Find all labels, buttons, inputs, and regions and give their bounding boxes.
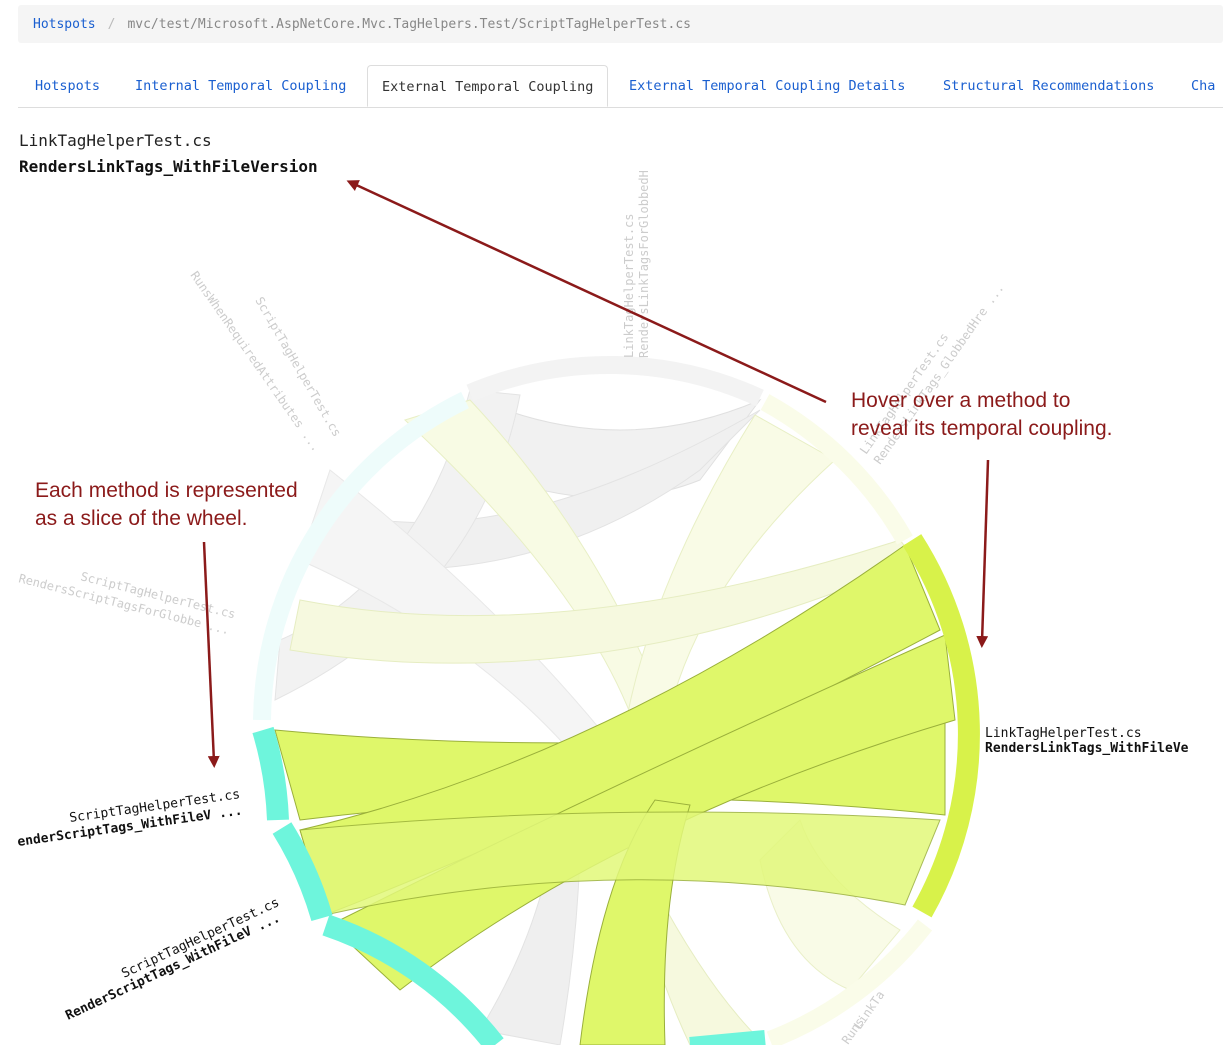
arrow-to-left-slice: [202, 541, 220, 768]
arrow-to-slice: [976, 459, 990, 648]
label-top-method: RendersLinkTagsForGlobbedH: [637, 170, 651, 358]
arc-script-1[interactable]: [252, 726, 289, 821]
label-top-file: LinkTagHelperTest.cs: [622, 214, 636, 359]
annotation-hover: Hover over a method to reveal its tempor…: [851, 387, 1112, 443]
annotation-slice: Each method is represented as a slice of…: [35, 477, 298, 533]
annotation-hover-line2: reveal its temporal coupling.: [851, 417, 1113, 440]
label-right-method: RendersLinkTags_WithFileVe: [985, 741, 1189, 756]
annotation-slice-line1: Each method is represented: [35, 479, 298, 502]
annotation-slice-line2: as a slice of the wheel.: [35, 507, 248, 530]
annotation-hover-line1: Hover over a method to: [851, 389, 1071, 412]
arc-link-faded-top: [466, 355, 764, 407]
label-right-file: LinkTagHelperTest.cs: [985, 726, 1142, 741]
arc-script-4[interactable]: [689, 1030, 766, 1045]
label-left2-file: ScriptTagHelperTest.cs: [119, 895, 281, 981]
label-left2-method: RenderScriptTags_WithFileV ...: [63, 911, 282, 1024]
